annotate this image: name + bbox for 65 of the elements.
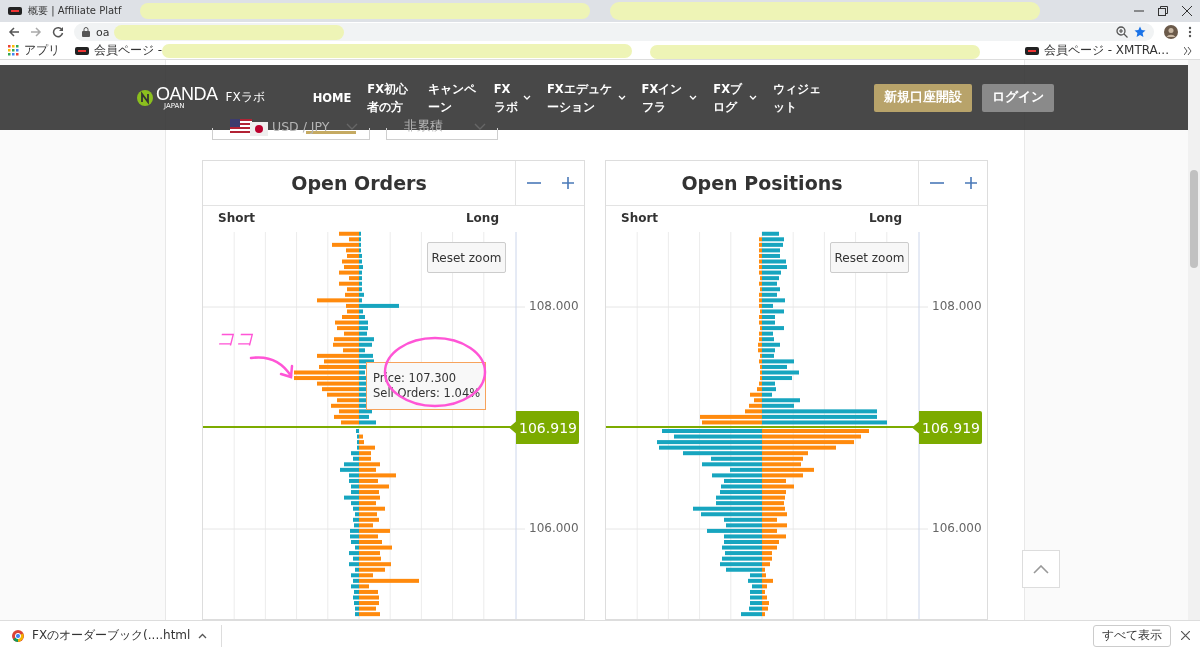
plus-icon[interactable] (964, 177, 977, 189)
zoom-icon[interactable] (1116, 26, 1128, 38)
show-all-button[interactable]: すべて表示 (1093, 624, 1171, 647)
favicon-icon (8, 5, 22, 17)
restore-icon[interactable] (1158, 6, 1168, 16)
nav-link[interactable]: FXインフラ (641, 79, 686, 116)
axis-tick-label: 108.000 (932, 299, 982, 313)
price-tag: 106.919 (509, 411, 579, 444)
annotation-text: ココ (216, 326, 254, 351)
chart-title: Open Positions (681, 172, 843, 194)
axis-tick-label: 106.000 (932, 521, 982, 535)
flag-icon (230, 119, 252, 133)
nav-link[interactable]: FXラボ (493, 79, 519, 116)
axis-label: Long (465, 211, 499, 225)
nav-link[interactable]: HOME (312, 88, 352, 107)
bookmark[interactable]: アプリ (8, 42, 60, 59)
star-icon[interactable] (1134, 26, 1146, 38)
flag-icon (250, 122, 268, 136)
axis-label: Short (621, 211, 659, 225)
brand-name[interactable]: OANDA (156, 85, 218, 103)
chevron-down-icon (474, 122, 486, 130)
forward-icon (30, 26, 42, 38)
axis-label: Short (218, 211, 256, 225)
browser-tab[interactable]: 概要 | Affiliate Platf (0, 4, 130, 18)
lock-icon (82, 27, 90, 37)
chrome-icon (12, 629, 24, 642)
chevron-down-icon (346, 122, 358, 130)
address-text: oa (96, 25, 110, 39)
close-icon[interactable] (1181, 631, 1190, 640)
reload-icon[interactable] (52, 26, 64, 38)
download-file-name[interactable]: FXのオーダーブック(....html (32, 627, 191, 644)
favicon-icon (75, 44, 89, 57)
reset-zoom-button[interactable]: Reset zoom (830, 242, 909, 273)
caret-up-icon[interactable] (198, 632, 208, 639)
nav-link[interactable]: キャンペーン (428, 79, 478, 116)
menu-icon[interactable] (1188, 26, 1192, 38)
axis-tick-label: 106.000 (529, 521, 579, 535)
scrollbar[interactable] (1188, 60, 1200, 620)
back-icon[interactable] (8, 26, 20, 38)
caret-icon[interactable] (617, 95, 626, 100)
close-icon[interactable] (1182, 6, 1192, 16)
axis-label: Long (868, 211, 902, 225)
reset-zoom-button[interactable]: Reset zoom (427, 242, 506, 273)
nav-link[interactable]: ウィジェット (773, 79, 823, 116)
caret-icon[interactable] (749, 95, 758, 100)
nav-link[interactable]: FXブログ (713, 79, 746, 116)
tab-title: 概要 | Affiliate Platf (28, 4, 122, 18)
nav-link[interactable]: FX初心者の方 (367, 79, 413, 116)
plus-icon[interactable] (561, 177, 574, 189)
site-name[interactable]: FXラボ (225, 89, 265, 106)
apps-grid-icon (8, 45, 19, 56)
chevron-up-icon (1033, 564, 1049, 574)
annotation-arrow (249, 356, 294, 379)
favicon-icon (1024, 44, 1039, 57)
axis-tick-label: 108.000 (529, 299, 579, 313)
chart-title: Open Orders (291, 172, 427, 194)
bookmark[interactable]: 会員ページ - XMTRA... (1024, 42, 1169, 59)
logo-icon (137, 89, 153, 106)
more-bookmarks-icon[interactable] (1184, 46, 1192, 55)
caret-icon[interactable] (522, 95, 531, 100)
avatar-icon[interactable] (1164, 25, 1178, 39)
nav-link[interactable]: FXエデュケーション (546, 79, 614, 116)
price-tag: 106.919 (912, 411, 982, 444)
caret-icon[interactable] (689, 95, 698, 100)
bookmark[interactable]: 会員ページ - (75, 42, 163, 59)
